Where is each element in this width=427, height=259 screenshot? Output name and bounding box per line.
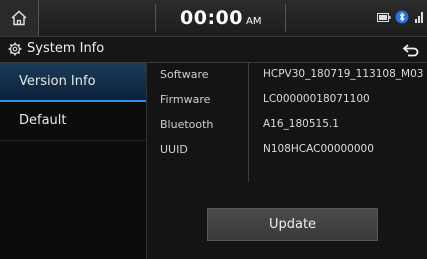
info-value: LC00000018071100: [263, 93, 370, 105]
back-button[interactable]: [395, 37, 427, 62]
signal-icon: [415, 12, 423, 23]
back-arrow-icon: [402, 43, 419, 56]
clock-time: 00:00: [180, 7, 243, 29]
clock: 00:00 AM: [155, 4, 287, 32]
info-label: Software: [160, 68, 209, 81]
info-label: Bluetooth: [160, 118, 214, 131]
battery-icon: [377, 12, 391, 22]
home-button[interactable]: [0, 0, 39, 36]
info-row-software: Software HCPV30_180719_113108_M03: [147, 63, 427, 88]
page-title: System Info: [27, 41, 105, 56]
bluetooth-icon: [395, 10, 409, 24]
sidebar-item-label: Version Info: [19, 74, 96, 89]
sidebar-item-label: Default: [19, 113, 67, 128]
info-value: HCPV30_180719_113108_M03: [263, 68, 424, 80]
sidebar-item-default[interactable]: Default: [0, 102, 146, 141]
gear-icon: [8, 42, 22, 56]
update-button[interactable]: Update: [207, 208, 378, 241]
sidebar-item-version-info[interactable]: Version Info: [0, 63, 146, 102]
status-bar: 00:00 AM: [0, 0, 427, 37]
clock-ampm: AM: [245, 15, 262, 27]
info-value: A16_180515.1: [263, 118, 339, 130]
info-row-bluetooth: Bluetooth A16_180515.1: [147, 113, 427, 138]
version-info-panel: Software HCPV30_180719_113108_M03 Firmwa…: [147, 63, 427, 259]
info-label: Firmware: [160, 93, 211, 106]
home-icon: [11, 10, 27, 26]
info-value: N108HCAC00000000: [263, 143, 374, 155]
status-icons: [377, 10, 423, 24]
title-bar: System Info: [0, 37, 427, 63]
info-row-firmware: Firmware LC00000018071100: [147, 88, 427, 113]
info-label: UUID: [160, 143, 188, 156]
sidebar: Version Info Default: [0, 63, 147, 259]
info-row-uuid: UUID N108HCAC00000000: [147, 138, 427, 163]
